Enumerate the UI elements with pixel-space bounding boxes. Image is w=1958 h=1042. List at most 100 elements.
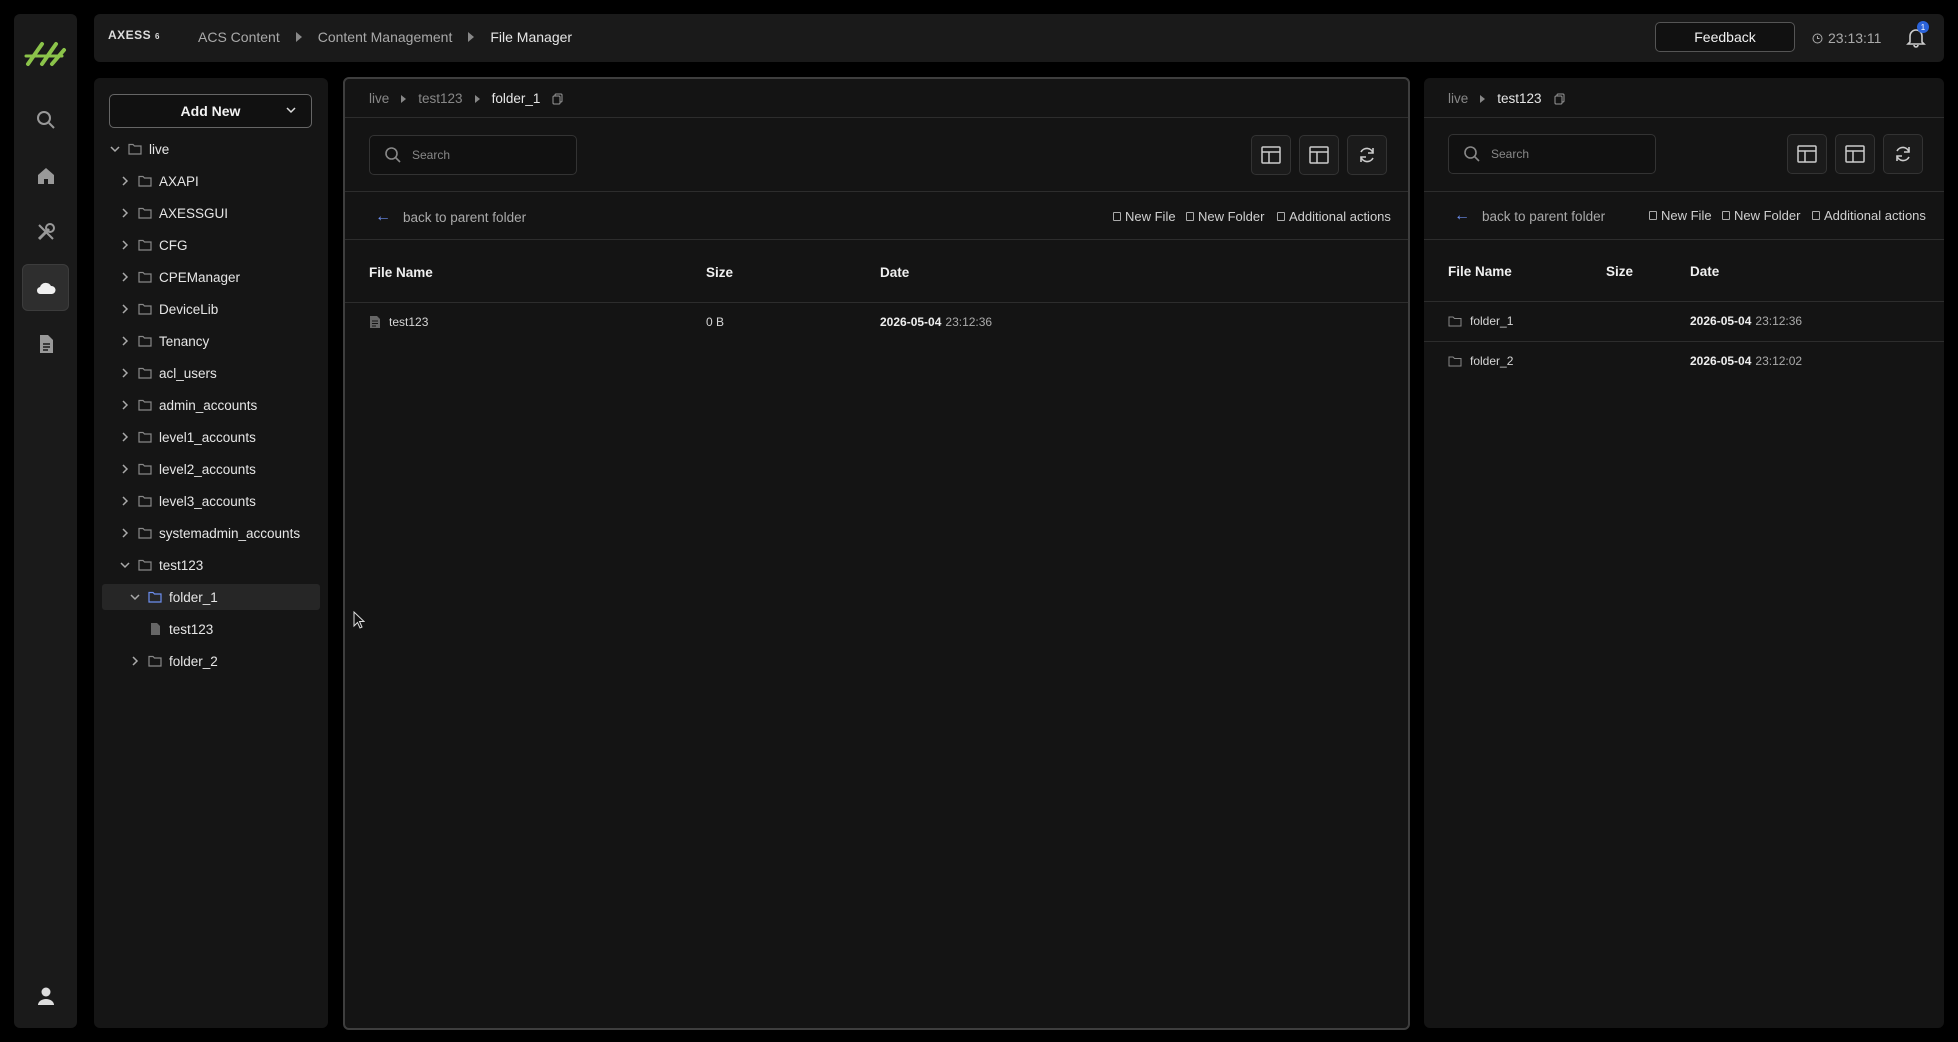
tree-node[interactable]: admin_accounts — [118, 392, 257, 418]
column-header-name[interactable]: File Name — [369, 265, 433, 280]
tree-node[interactable]: AXAPI — [118, 168, 199, 194]
breadcrumb-current: File Manager — [490, 29, 573, 45]
new-file-button[interactable]: New File — [1113, 209, 1176, 224]
path-item[interactable]: live — [1448, 91, 1468, 106]
folder-icon — [148, 591, 162, 603]
chevron-right-icon[interactable] — [118, 462, 132, 476]
column-header-date[interactable]: Date — [880, 265, 909, 280]
chevron-right-icon[interactable] — [118, 366, 132, 380]
chevron-right-icon[interactable] — [118, 334, 132, 348]
folder-icon — [148, 655, 162, 667]
column-header-date[interactable]: Date — [1690, 264, 1719, 279]
tree-node[interactable]: Tenancy — [118, 328, 209, 354]
chevron-down-icon[interactable] — [118, 558, 132, 572]
table-row[interactable]: folder_1 2026-05-04 23:12:36 — [1424, 302, 1944, 342]
new-folder-icon — [1722, 211, 1730, 220]
file-icon — [370, 316, 380, 328]
new-folder-button[interactable]: New Folder — [1722, 208, 1800, 223]
copy-path-icon[interactable] — [552, 93, 564, 105]
search-box[interactable] — [1448, 134, 1656, 174]
file-name-cell: folder_2 — [1448, 354, 1513, 368]
tree-node[interactable]: AXESSGUI — [118, 200, 228, 226]
chevron-right-icon[interactable] — [118, 206, 132, 220]
chevron-right-icon[interactable] — [118, 174, 132, 188]
additional-actions-button[interactable]: Additional actions — [1277, 209, 1391, 224]
search-icon — [385, 147, 401, 163]
file-time: 23:12:36 — [945, 315, 993, 329]
more-actions-icon — [1277, 212, 1285, 221]
user-icon — [37, 987, 54, 1005]
tree-node[interactable]: test123 — [118, 552, 203, 578]
table-row[interactable]: test123 0 B 2026-05-04 23:12:36 — [345, 303, 1408, 343]
brand-logo[interactable]: AXESS 6 — [108, 28, 160, 42]
path-item[interactable]: test123 — [418, 91, 462, 106]
folder-icon — [1448, 356, 1462, 367]
column-header-size[interactable]: Size — [1606, 264, 1633, 279]
back-to-parent-button[interactable]: ← back to parent folder — [1454, 207, 1605, 225]
rail-document-button[interactable] — [22, 320, 69, 367]
tree-node-label: systemadmin_accounts — [159, 525, 301, 541]
search-input[interactable] — [1491, 147, 1641, 161]
tree-node[interactable]: CPEManager — [118, 264, 240, 290]
additional-actions-button[interactable]: Additional actions — [1812, 208, 1926, 223]
tree-node[interactable]: folder_2 — [128, 648, 218, 674]
tree-node[interactable]: level1_accounts — [118, 424, 256, 450]
date-cell: 2026-05-04 23:12:02 — [1690, 354, 1802, 368]
rail-home-button[interactable] — [22, 152, 69, 199]
tree-node[interactable]: test123 — [148, 616, 213, 642]
tree-node[interactable]: level3_accounts — [118, 488, 256, 514]
layout-toggle-button[interactable] — [1787, 134, 1827, 174]
chevron-right-icon[interactable] — [118, 430, 132, 444]
column-header-name[interactable]: File Name — [1448, 264, 1512, 279]
tree-node-label: test123 — [169, 621, 214, 637]
tree-node[interactable]: live — [108, 136, 169, 162]
file-name: folder_1 — [1470, 314, 1514, 328]
chevron-down-icon[interactable] — [108, 142, 122, 156]
column-header-size[interactable]: Size — [706, 265, 733, 280]
table-row[interactable]: folder_2 2026-05-04 23:12:02 — [1424, 342, 1944, 382]
left-rail — [14, 14, 77, 1028]
tree-node[interactable]: acl_users — [118, 360, 217, 386]
app-logo-icon[interactable] — [22, 36, 70, 70]
chevron-right-icon[interactable] — [118, 526, 132, 540]
chevron-right-icon[interactable] — [118, 302, 132, 316]
breadcrumb-item[interactable]: ACS Content — [198, 29, 280, 45]
tree-node[interactable]: systemadmin_accounts — [118, 520, 300, 546]
breadcrumb-item[interactable]: Content Management — [318, 29, 453, 45]
rail-tools-button[interactable] — [22, 208, 69, 255]
tree-node[interactable]: CFG — [118, 232, 188, 258]
tree-node[interactable]: level2_accounts — [118, 456, 256, 482]
path-item[interactable]: live — [369, 91, 389, 106]
rail-cloud-button[interactable] — [22, 264, 69, 311]
split-view-button[interactable] — [1299, 135, 1339, 175]
folder-icon — [128, 143, 142, 155]
split-view-button[interactable] — [1835, 134, 1875, 174]
search-box[interactable] — [369, 135, 577, 175]
chevron-right-icon[interactable] — [118, 270, 132, 284]
new-file-button[interactable]: New File — [1649, 208, 1712, 223]
tree-node[interactable]: folder_1 — [102, 584, 320, 610]
refresh-button[interactable] — [1347, 135, 1387, 175]
chevron-right-icon[interactable] — [128, 654, 142, 668]
chevron-down-icon[interactable] — [128, 590, 142, 604]
search-input[interactable] — [412, 148, 562, 162]
action-label: New File — [1661, 208, 1712, 223]
tree-node[interactable]: DeviceLib — [118, 296, 218, 322]
rail-user-button[interactable] — [22, 972, 69, 1019]
refresh-button[interactable] — [1883, 134, 1923, 174]
add-new-button[interactable]: Add New — [109, 94, 312, 128]
refresh-icon — [1360, 147, 1374, 163]
chevron-right-icon[interactable] — [118, 238, 132, 252]
split-view-icon — [1845, 145, 1865, 163]
action-label: Additional actions — [1824, 208, 1926, 223]
document-icon — [39, 334, 53, 353]
copy-path-icon[interactable] — [1554, 93, 1566, 105]
chevron-right-icon[interactable] — [118, 398, 132, 412]
chevron-right-icon[interactable] — [118, 494, 132, 508]
notification-badge: 1 — [1917, 21, 1929, 33]
rail-search-button[interactable] — [22, 96, 69, 143]
back-to-parent-button[interactable]: ← back to parent folder — [375, 208, 526, 226]
feedback-button[interactable]: Feedback — [1655, 22, 1795, 52]
new-folder-button[interactable]: New Folder — [1186, 209, 1264, 224]
layout-toggle-button[interactable] — [1251, 135, 1291, 175]
